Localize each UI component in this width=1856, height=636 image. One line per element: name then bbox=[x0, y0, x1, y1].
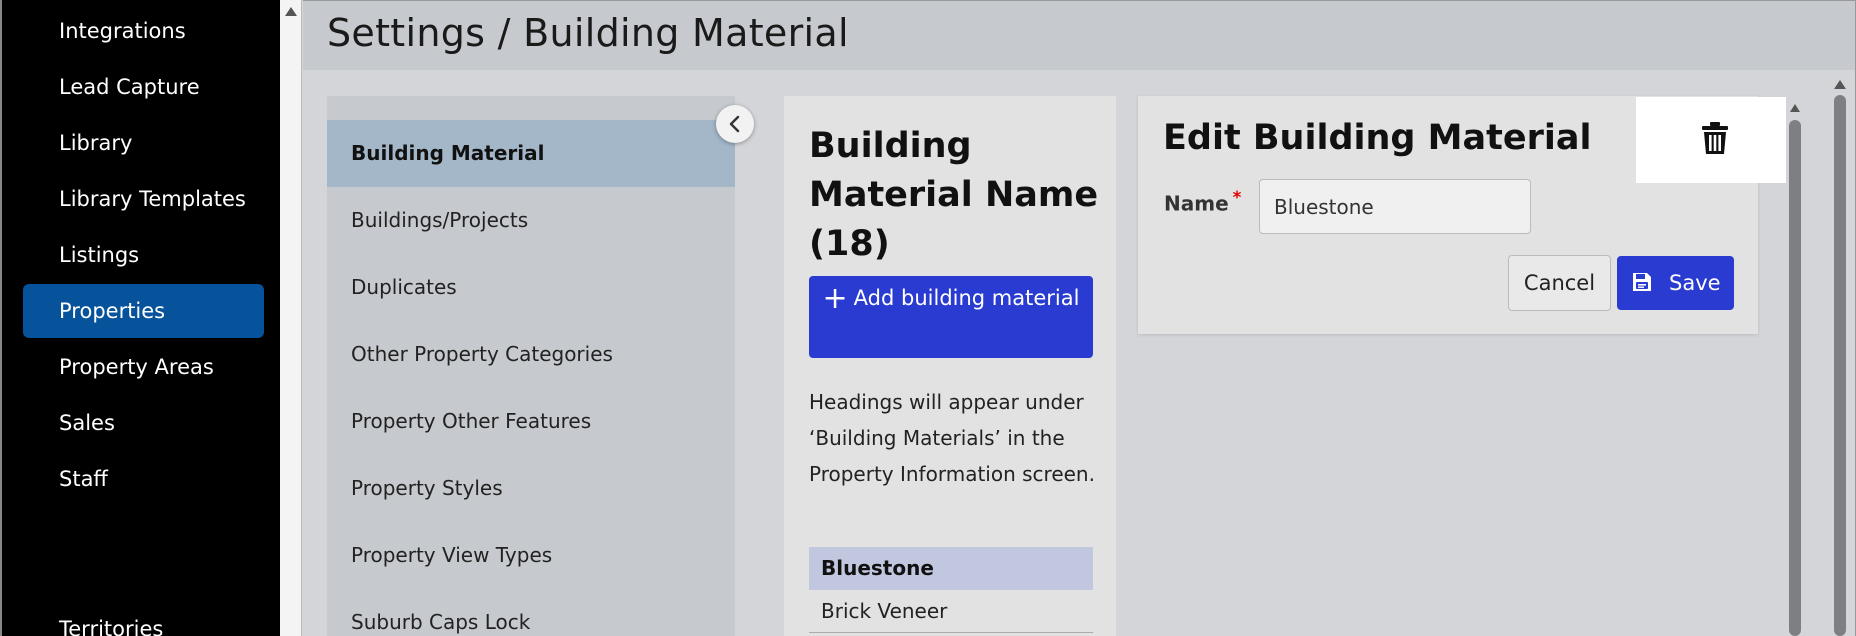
nav-item-label: Properties bbox=[59, 299, 166, 323]
nav-item-library[interactable]: Library bbox=[23, 116, 264, 170]
category-item-label: Other Property Categories bbox=[351, 342, 613, 366]
category-item-other-property-categories[interactable]: Other Property Categories bbox=[327, 321, 735, 388]
nav-item-library-templates[interactable]: Library Templates bbox=[23, 172, 264, 226]
building-material-list-panel: Building Material Name (18) + Add buildin… bbox=[784, 96, 1116, 636]
nav-item-lead-capture[interactable]: Lead Capture bbox=[23, 60, 264, 114]
nav-item-integrations[interactable]: Integrations bbox=[23, 4, 264, 58]
nav-item-properties[interactable]: Properties bbox=[23, 284, 264, 338]
save-button-label: Save bbox=[1669, 271, 1721, 295]
name-label-text: Name bbox=[1164, 191, 1229, 216]
save-button[interactable]: Save bbox=[1617, 256, 1734, 310]
edit-area-scroll-thumb[interactable] bbox=[1789, 120, 1801, 636]
nav-scrollbar[interactable] bbox=[280, 0, 302, 636]
main-nav: Integrations Lead Capture Library Librar… bbox=[0, 0, 280, 636]
page-header: Settings / Building Material bbox=[303, 0, 1856, 70]
list-item[interactable]: Brick Veneer bbox=[809, 590, 1093, 633]
plus-icon: + bbox=[822, 281, 848, 316]
nav-item-label: Lead Capture bbox=[59, 75, 200, 99]
nav-item-label: Staff bbox=[59, 467, 108, 491]
settings-category-panel: Building Material Buildings/Projects Dup… bbox=[327, 96, 735, 636]
delete-button[interactable] bbox=[1636, 97, 1786, 183]
chevron-left-icon bbox=[729, 115, 740, 133]
category-item-label: Property Styles bbox=[351, 476, 503, 500]
nav-item-territories[interactable]: Territories bbox=[23, 602, 264, 636]
nav-item-label: Integrations bbox=[59, 19, 186, 43]
name-input[interactable] bbox=[1259, 179, 1531, 234]
trash-icon bbox=[1702, 122, 1728, 154]
nav-item-label: Listings bbox=[59, 243, 140, 267]
page-title: Settings / Building Material bbox=[327, 11, 849, 55]
category-item-label: Property View Types bbox=[351, 543, 553, 567]
add-building-material-button[interactable]: + Add building material bbox=[809, 276, 1093, 358]
list-item-label: Brick Veneer bbox=[821, 599, 948, 623]
name-field-label: Name * bbox=[1164, 188, 1241, 216]
list-item[interactable]: Bluestone bbox=[809, 547, 1093, 590]
nav-item-label: Territories bbox=[59, 617, 164, 636]
nav-item-sales[interactable]: Sales bbox=[23, 396, 264, 450]
category-item-label: Buildings/Projects bbox=[351, 208, 529, 232]
list-item-label: Bluestone bbox=[821, 556, 934, 580]
required-marker: * bbox=[1232, 188, 1242, 207]
list-title: Building Material Name (18) bbox=[809, 126, 1099, 264]
nav-item-listings[interactable]: Listings bbox=[23, 228, 264, 282]
category-item-property-view-types[interactable]: Property View Types bbox=[327, 522, 735, 589]
nav-item-label: Sales bbox=[59, 411, 115, 435]
add-button-label: Add building material bbox=[853, 286, 1080, 310]
nav-item-label: Property Areas bbox=[59, 355, 214, 379]
category-item-label: Property Other Features bbox=[351, 409, 592, 433]
scroll-up-arrow-icon[interactable] bbox=[1834, 80, 1846, 89]
category-item-property-other-features[interactable]: Property Other Features bbox=[327, 388, 735, 455]
category-item-building-material[interactable]: Building Material bbox=[327, 120, 735, 187]
category-item-buildings-projects[interactable]: Buildings/Projects bbox=[327, 187, 735, 254]
collapse-panel-button[interactable] bbox=[716, 105, 754, 143]
category-item-property-styles[interactable]: Property Styles bbox=[327, 455, 735, 522]
nav-item-staff[interactable]: Staff bbox=[23, 452, 264, 506]
list-help-text: Headings will appear under ‘Building Mat… bbox=[809, 390, 1095, 486]
category-item-suburb-caps-lock[interactable]: Suburb Caps Lock bbox=[327, 589, 735, 636]
scroll-up-arrow-icon[interactable] bbox=[284, 7, 297, 16]
nav-item-label: Library bbox=[59, 131, 133, 155]
category-item-label: Suburb Caps Lock bbox=[351, 610, 531, 634]
scroll-up-arrow-icon[interactable] bbox=[1790, 104, 1800, 112]
floppy-disk-icon bbox=[1633, 273, 1651, 291]
nav-item-label: Library Templates bbox=[59, 187, 246, 211]
category-item-label: Building Material bbox=[351, 141, 545, 165]
nav-item-property-areas[interactable]: Property Areas bbox=[23, 340, 264, 394]
category-item-duplicates[interactable]: Duplicates bbox=[327, 254, 735, 321]
edit-panel-title: Edit Building Material bbox=[1163, 118, 1592, 158]
page-scroll-thumb[interactable] bbox=[1834, 95, 1846, 636]
cancel-button[interactable]: Cancel bbox=[1508, 255, 1611, 311]
category-item-label: Duplicates bbox=[351, 275, 457, 299]
